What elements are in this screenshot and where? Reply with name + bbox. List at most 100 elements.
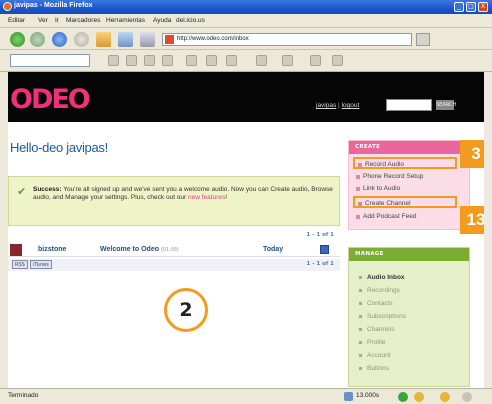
status-ok-icon[interactable] [398,392,408,402]
manage-panel: MANAGE Audio Inbox Recordings Contacts S… [348,247,470,387]
sidebar-item-record-audio[interactable]: Record Audio [353,157,457,169]
user-link[interactable]: javipas [316,102,336,109]
toolbar-search-input[interactable] [10,54,90,67]
status-value: 13.000s [356,392,380,399]
user-links: javipas | logout [316,102,359,109]
toolbar-icon-6[interactable] [206,55,217,66]
sidebar-item-label: Buttons [367,365,390,372]
toolbar-icon-10[interactable] [310,55,321,66]
sidebar-item-profile[interactable]: Profile [359,337,385,348]
delicious-icon[interactable] [140,32,155,47]
menu-editar[interactable]: Editar [8,17,25,24]
odeo-header: ODEO javipas | logout SEARCH [8,72,492,122]
site-search-button[interactable]: SEARCH [436,100,456,110]
sidebar-item-recordings[interactable]: Recordings [359,285,400,296]
callout-number: 2 [164,288,208,332]
inbox-footer: RSS iTunes 1 - 1 of 1 [8,259,340,271]
new-features-link[interactable]: new features [188,194,225,201]
sidebar-item-label: Create Channel [365,200,411,207]
bullet-icon [359,276,362,279]
close-button[interactable]: X [478,2,488,12]
toolbar-icon-11[interactable] [332,55,343,66]
toolbar-icon-4[interactable] [162,55,173,66]
stop-icon[interactable] [74,32,89,47]
toolbar-icon-5[interactable] [186,55,197,66]
minimize-button[interactable]: _ [454,2,464,12]
bullet-icon [358,202,362,206]
success-body: You're all signed up and we've sent you … [33,186,333,201]
success-title: Success: [33,186,62,193]
firefox-icon [3,2,12,11]
toolbar-icon-1[interactable] [108,55,119,66]
success-end: ! [225,194,228,201]
success-text: Success: You're all signed up and we've … [33,186,333,202]
toolbar-icon-9[interactable] [282,55,293,66]
bullet-icon [359,289,362,292]
sidebar-item-label: Channels [367,326,395,333]
menu-herramientas[interactable]: Herramientas [106,17,145,24]
sidebar-item-label: Subscriptions [367,313,407,320]
menu-ir[interactable]: Ir [55,17,59,24]
play-icon[interactable] [320,245,329,254]
sidebar-item-audio-inbox[interactable]: Audio Inbox [359,272,405,283]
sidebar-item-phone-record-setup[interactable]: Phone Record Setup [353,171,423,183]
site-search-input[interactable] [386,99,432,111]
avatar [10,244,22,256]
sidebar-item-label: Profile [367,339,386,346]
toolbar-icon-7[interactable] [226,55,237,66]
sidebar-item-label: Audio Inbox [367,274,405,281]
go-button[interactable] [416,33,430,46]
extension-icon-2[interactable] [440,392,450,402]
url-bar[interactable]: http://www.odeo.com/inbox [162,33,412,46]
back-icon[interactable] [10,32,25,47]
logout-link[interactable]: logout [342,102,360,109]
sidebar-item-account[interactable]: Account [359,350,391,361]
bullet-icon [356,215,360,219]
pager-top: 1 - 1 of 1 [306,232,334,238]
link-separator: | [338,102,340,109]
extension-icon-1[interactable] [414,392,424,402]
menu-marcadores[interactable]: Marcadores [66,17,100,24]
pager-bottom: 1 - 1 of 1 [306,261,334,267]
navigation-toolbar: http://www.odeo.com/inbox [0,28,492,50]
menu-ayuda[interactable]: Ayuda [153,17,171,24]
bullet-icon [359,328,362,331]
sidebar-item-channels[interactable]: Channels [359,324,394,335]
status-text: Terminado [8,392,39,399]
maximize-button[interactable]: □ [466,2,476,12]
vertical-scrollbar[interactable] [484,72,492,388]
bullet-icon [356,175,360,179]
url-text: http://www.odeo.com/inbox [177,36,249,42]
extension-icon-3[interactable] [462,392,472,402]
sidebar-item-create-channel[interactable]: Create Channel [353,196,457,208]
sender-link[interactable]: bizstone [38,246,66,253]
subject-text: Welcome to Odeo [100,246,159,253]
forward-icon[interactable] [30,32,45,47]
browser-window: javipas - Mozilla Firefox _ □ X Editar V… [0,0,492,404]
toolbar-icon-8[interactable] [256,55,267,66]
received-date: Today [263,246,284,253]
subject-link[interactable]: Welcome to Odeo (01:09) [100,246,179,253]
bookmark-icon[interactable] [118,32,133,47]
home-icon[interactable] [96,32,111,47]
itunes-button[interactable]: iTunes [30,260,52,269]
menu-delicious[interactable]: del.icio.us [176,17,205,24]
toolbar-icon-3[interactable] [144,55,155,66]
odeo-logo[interactable]: ODEO [10,84,91,115]
window-title: javipas - Mozilla Firefox [14,2,93,9]
sidebar-item-buttons[interactable]: Buttons [359,363,389,374]
checkmark-icon: ✔ [17,185,27,198]
sidebar-item-label: Recordings [367,287,400,294]
audio-duration: (01:09) [160,247,179,253]
extension-toolbar [0,50,492,72]
sidebar-item-subscriptions[interactable]: Subscriptions [359,311,406,322]
toolbar-icon-2[interactable] [126,55,137,66]
table-row[interactable]: bizstone Welcome to Odeo (01:09) Today [8,243,340,257]
sidebar-item-contacts[interactable]: Contacts [359,298,393,309]
sidebar-item-add-podcast-feed[interactable]: Add Podcast Feed [353,211,416,223]
menu-ver[interactable]: Ver [38,17,48,24]
sidebar-item-link-to-audio[interactable]: Link to Audio [353,183,400,195]
bullet-icon [359,302,362,305]
rss-button[interactable]: RSS [12,260,28,269]
reload-icon[interactable] [52,32,67,47]
